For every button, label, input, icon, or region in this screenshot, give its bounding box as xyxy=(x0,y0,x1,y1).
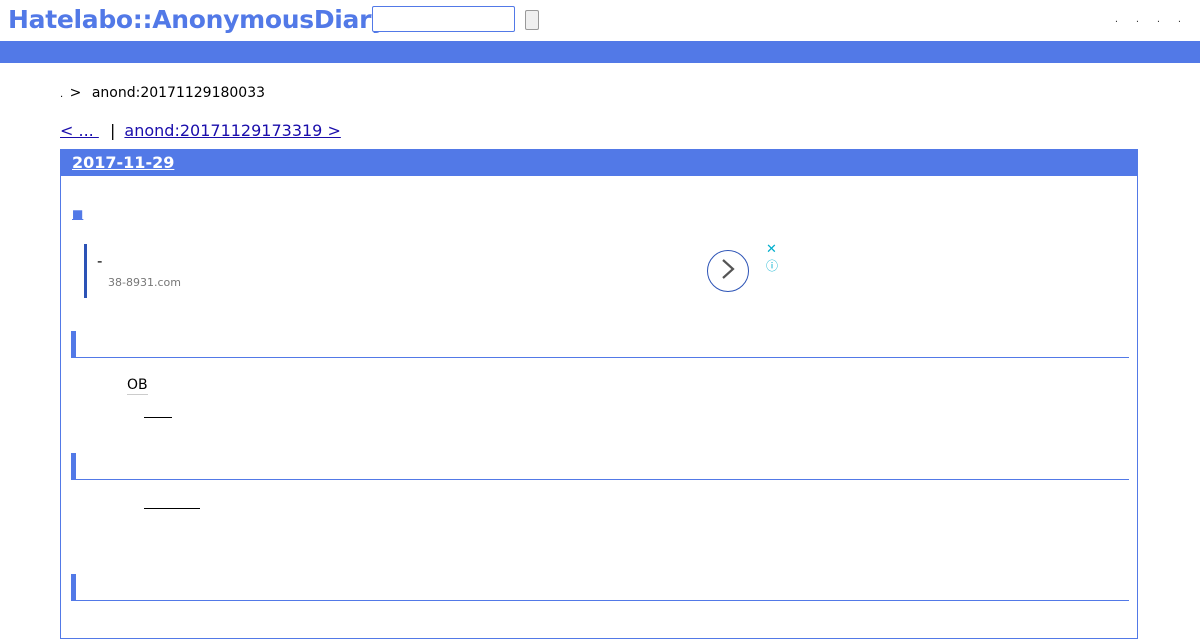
site-header: Hatelabo::AnonymousDiary . . . . xyxy=(0,0,1200,40)
header-links: . . . . xyxy=(1106,14,1190,26)
header-link-3[interactable]: . xyxy=(1148,14,1169,26)
paragraph-ob: OB xyxy=(127,376,148,394)
breadcrumb-current: anond:20171129180033 xyxy=(91,85,266,101)
breadcrumb-separator: > xyxy=(69,85,82,101)
ad-close-icon[interactable]: ✕ xyxy=(766,243,777,257)
header-link-2[interactable]: . xyxy=(1127,14,1148,26)
section-heading-2 xyxy=(71,453,1129,480)
site-logo[interactable]: Hatelabo::AnonymousDiary xyxy=(8,3,387,37)
ad-title[interactable]: - xyxy=(97,252,102,270)
next-entry-link[interactable]: anond:20171129173319 > xyxy=(124,121,340,140)
inline-link-2[interactable] xyxy=(144,508,200,509)
inline-link-1[interactable] xyxy=(144,417,172,418)
ob-text: OB xyxy=(127,377,148,393)
header-link-4[interactable]: . xyxy=(1169,14,1190,26)
ob-underline xyxy=(127,394,148,395)
chevron-right-icon xyxy=(720,258,736,284)
day-date-link[interactable]: 2017-11-29 xyxy=(72,153,174,173)
diary-day: 2017-11-29 ■ - 38-8931.com ✕ ⓘ OB xyxy=(60,149,1138,639)
pager-separator: | xyxy=(109,121,116,140)
search-button[interactable] xyxy=(525,10,539,30)
section-anchor-icon[interactable]: ■ xyxy=(72,207,83,221)
breadcrumb: . > anond:20171129180033 xyxy=(60,84,265,104)
ad-info-icon[interactable]: ⓘ xyxy=(766,259,778,273)
section-heading-1 xyxy=(71,331,1129,358)
prev-entry-link[interactable]: < ... xyxy=(60,121,99,140)
ad-domain: 38-8931.com xyxy=(108,276,181,289)
ad-unit[interactable]: - 38-8931.com xyxy=(84,244,387,298)
pager: < ... | anond:20171129173319 > xyxy=(60,121,341,141)
day-header: 2017-11-29 xyxy=(61,150,1137,176)
section-heading-3 xyxy=(71,574,1129,601)
header-link-1[interactable]: . xyxy=(1106,14,1127,26)
ad-arrow-button[interactable] xyxy=(707,250,749,292)
breadcrumb-home-link[interactable]: . xyxy=(60,89,63,100)
nav-bar xyxy=(0,41,1200,63)
search-input[interactable] xyxy=(372,6,515,32)
